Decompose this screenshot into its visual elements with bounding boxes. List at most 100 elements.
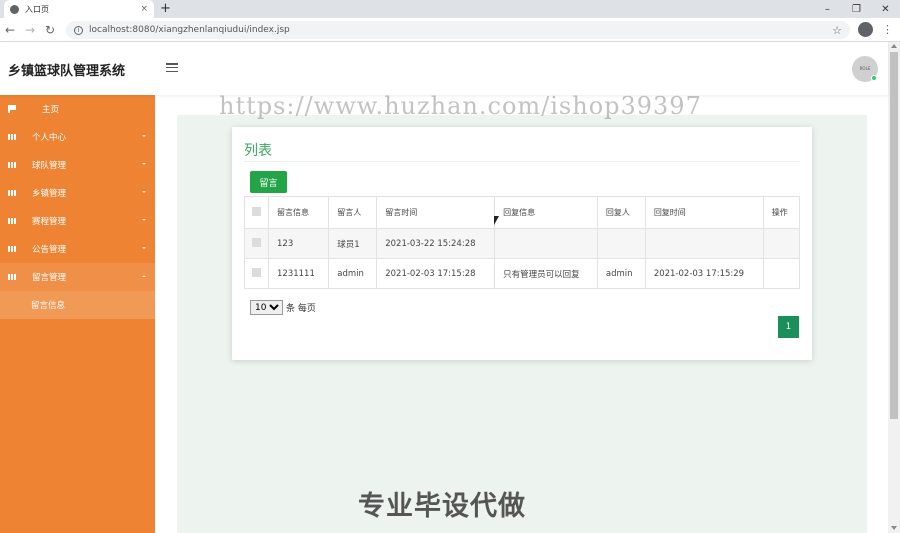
page-scrollbar[interactable] — [888, 42, 900, 533]
table-row[interactable]: 123 球员1 2021-03-22 15:24:28 — [244, 228, 801, 259]
tab-title: 入口页 — [25, 4, 49, 14]
app-title: 乡镇篮球队管理系统 — [8, 64, 126, 79]
restore-button[interactable]: ❐ — [842, 0, 871, 18]
table-cell: 1231111 — [267, 258, 330, 289]
chevron-down-icon — [142, 135, 146, 137]
table-cell: admin — [328, 258, 378, 289]
tab-close-icon[interactable]: × — [140, 4, 148, 14]
table-cell: 2021-02-03 17:15:28 — [376, 258, 496, 289]
grid-icon — [8, 246, 16, 252]
grid-icon — [8, 134, 16, 140]
sidebar-item-notice[interactable]: 公告管理 — [0, 235, 155, 263]
sidebar: 主页 个人中心 球队管理 乡镇管理 赛程管理 公告管理 留言管理 留言信息 — [0, 95, 155, 533]
avatar[interactable]: ROLE — [852, 56, 878, 82]
flag-icon — [8, 105, 16, 113]
window-controls: – ❐ ✕ — [813, 0, 900, 18]
select-all-checkbox-cell — [244, 196, 269, 229]
list-card: 列表 留言 留言信息 留言人 留言时间 回复信息 回复人 回复时间 操作 123… — [232, 127, 812, 360]
table-cell — [762, 258, 801, 289]
sidebar-item-message[interactable]: 留言管理 — [0, 263, 155, 291]
bookmark-star-icon[interactable]: ☆ — [832, 24, 842, 37]
grid-icon — [8, 190, 16, 196]
row-checkbox[interactable] — [252, 237, 261, 247]
table-header-row: 留言信息 留言人 留言时间 回复信息 回复人 回复时间 操作 — [244, 196, 801, 229]
table-cell — [762, 228, 801, 259]
reload-icon[interactable]: ↻ — [40, 18, 60, 42]
table-cell: 2021-02-03 17:15:29 — [644, 258, 764, 289]
sidebar-item-label: 乡镇管理 — [32, 189, 67, 199]
column-header: 回复信息 — [494, 196, 598, 229]
mouse-cursor-icon — [494, 216, 499, 225]
grid-icon — [8, 218, 16, 224]
column-header: 留言时间 — [376, 196, 496, 229]
page-size-select[interactable]: 10 — [250, 300, 283, 315]
info-icon[interactable]: i — [74, 25, 83, 35]
sidebar-item-home[interactable]: 主页 — [0, 95, 155, 123]
menu-kebab-icon[interactable]: ⋮ — [882, 22, 893, 37]
page-button-current[interactable]: 1 — [778, 316, 799, 338]
address-bar: ← → ↻ i localhost:8080/xiangzhenlanqiudu… — [0, 18, 900, 42]
column-header: 回复时间 — [644, 196, 764, 229]
table-cell: 123 — [267, 228, 330, 259]
page-size-control: 10 条 每页 — [250, 300, 316, 315]
table-cell: 2021-03-22 15:24:28 — [376, 228, 496, 259]
watermark-url: https://www.huzhan.com/ishop39397 — [219, 92, 702, 120]
scrollbar-thumb[interactable] — [890, 52, 898, 419]
scroll-up-arrow-icon[interactable] — [891, 44, 897, 48]
app-header: 乡镇篮球队管理系统 ROLE — [0, 42, 888, 95]
watermark-slogan: 专业毕设代做 — [358, 491, 526, 522]
chevron-down-icon — [142, 247, 146, 249]
title-divider — [244, 161, 800, 162]
column-header: 回复人 — [596, 196, 646, 229]
page-size-label: 条 每页 — [286, 304, 316, 314]
row-checkbox-cell — [244, 258, 269, 289]
online-status-dot — [871, 75, 877, 81]
table-cell: admin — [596, 258, 646, 289]
close-window-button[interactable]: ✕ — [871, 0, 900, 18]
globe-icon — [10, 4, 19, 14]
select-all-checkbox[interactable] — [252, 207, 261, 216]
sidebar-item-town[interactable]: 乡镇管理 — [0, 179, 155, 207]
sidebar-item-team[interactable]: 球队管理 — [0, 151, 155, 179]
row-checkbox-cell — [244, 228, 269, 259]
sidebar-item-label: 留言管理 — [32, 273, 67, 283]
chevron-up-icon — [142, 275, 146, 277]
sidebar-item-profile[interactable]: 个人中心 — [0, 123, 155, 151]
row-checkbox[interactable] — [252, 267, 261, 277]
hamburger-menu-icon[interactable] — [166, 63, 178, 72]
table-cell: 球员1 — [328, 228, 378, 259]
table-cell — [494, 228, 598, 259]
column-header: 留言人 — [328, 196, 378, 229]
column-header: 留言信息 — [267, 196, 330, 229]
table-cell: 只有管理员可以回复 — [494, 258, 598, 289]
sidebar-subitem-message-info[interactable]: 留言信息 — [0, 291, 155, 319]
browser-tab-strip: 入口页 × + – ❐ ✕ — [0, 0, 900, 18]
profile-icon[interactable] — [858, 22, 873, 37]
chevron-down-icon — [142, 219, 146, 221]
sidebar-item-label: 球队管理 — [32, 161, 67, 171]
forward-arrow-icon[interactable]: → — [20, 18, 40, 42]
table-cell — [596, 228, 646, 259]
grid-icon — [8, 274, 16, 280]
url-field[interactable]: i localhost:8080/xiangzhenlanqiudui/inde… — [66, 21, 850, 39]
sidebar-item-label: 个人中心 — [32, 133, 67, 143]
chevron-down-icon — [142, 163, 146, 165]
column-header: 操作 — [762, 196, 801, 229]
sidebar-item-label: 赛程管理 — [32, 217, 67, 227]
sidebar-item-label: 公告管理 — [32, 245, 67, 255]
url-text[interactable]: localhost:8080/xiangzhenlanqiudui/index.… — [89, 25, 826, 35]
add-message-button[interactable]: 留言 — [250, 171, 287, 193]
minimize-button[interactable]: – — [813, 0, 842, 18]
back-arrow-icon[interactable]: ← — [0, 18, 20, 42]
sidebar-item-label: 主页 — [42, 105, 60, 115]
card-title: 列表 — [244, 143, 272, 159]
grid-icon — [8, 162, 16, 168]
sidebar-item-schedule[interactable]: 赛程管理 — [0, 207, 155, 235]
browser-tab[interactable]: 入口页 × — [4, 0, 154, 18]
message-table: 留言信息 留言人 留言时间 回复信息 回复人 回复时间 操作 123 球员1 2… — [244, 196, 801, 289]
table-row[interactable]: 1231111 admin 2021-02-03 17:15:28 只有管理员可… — [244, 258, 801, 289]
new-tab-button[interactable]: + — [160, 1, 171, 16]
table-cell — [644, 228, 764, 259]
scroll-down-arrow-icon[interactable] — [891, 526, 897, 530]
avatar-text: ROLE — [859, 66, 871, 71]
